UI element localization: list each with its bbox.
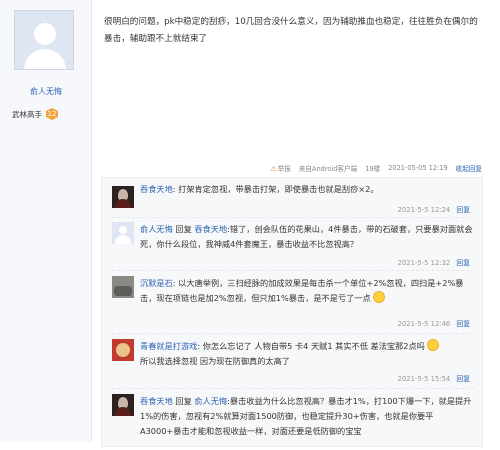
reply-user[interactable]: 沉默是石 [140, 278, 173, 288]
reply-body: 青春就是打游戏: 你怎么忘记了 人物自带5 卡4 天赋1 其实不低 差法宝那2点… [140, 335, 474, 369]
reply-meta: 2021-5-5 15:54 回复 [398, 373, 470, 383]
reply-body: 俞人无悔 回复 吞食天地:错了，创会队伍的花果山，4件暴击，带的石破套，只要暴对… [140, 218, 474, 252]
post-content: 很明白的问题，pk中稳定的刮痧，10几回合没什么意义，因为辅助推血也稳定，往往胜… [104, 17, 478, 44]
reply-user[interactable]: 青春就是打游戏 [140, 341, 197, 351]
report-link[interactable]: ⚠举报 [270, 163, 290, 173]
post-floor: 19楼 [365, 165, 381, 173]
reply-label: 回复 [175, 224, 192, 234]
reply-body: 沉默是石: 以大唐举例，三扫经脉的加成效果是每击杀一个单位+2%忽视，四扫是+2… [140, 272, 474, 306]
reply-button[interactable]: 回复 [456, 375, 470, 383]
post-source: 来自Android客户端 [298, 165, 358, 173]
report-label: 举报 [277, 165, 291, 173]
reply-text: 以大唐举例，三扫经脉的加成效果是每击杀一个单位+2%忽视，四扫是+2%暴击，现在… [140, 278, 464, 303]
author-avatar[interactable] [14, 10, 74, 70]
avatar-head-shape [34, 23, 56, 45]
collapse-replies-link[interactable]: 收起回复 [456, 163, 482, 173]
reply-time: 2021-5-5 12:24 [397, 206, 451, 214]
post-datetime: 2021-05-05 12:19 [388, 164, 448, 172]
reply-button[interactable]: 回复 [456, 320, 470, 328]
author-sidebar: 俞人无悔 武林高手 12 [0, 0, 92, 442]
avatar-body-shape [24, 49, 66, 69]
list-item: 沉默是石: 以大唐举例，三扫经脉的加成效果是每击杀一个单位+2%忽视，四扫是+2… [112, 272, 474, 334]
reply-meta: 2021-5-5 12:24 回复 [398, 204, 470, 214]
smile-emoji-icon [373, 291, 386, 303]
reply-meta: 2021-5-5 12:32 回复 [398, 257, 470, 267]
reply-avatar[interactable] [112, 276, 134, 298]
reply-time: 2021-5-5 12:46 [397, 320, 451, 328]
author-name[interactable]: 俞人无悔 [0, 86, 92, 97]
reply-text: 你怎么忘记了 人物自带5 卡4 天赋1 其实不低 差法宝那2点吗 [202, 341, 425, 351]
list-item: 吞食天地 回复 俞人无悔:暴击收益为什么比忽视高？暴击才1%，打100下爆一下，… [112, 390, 474, 450]
rank-level-badge[interactable]: 12 [46, 108, 58, 120]
rank-title[interactable]: 武林高手 [12, 109, 42, 120]
reply-target[interactable]: 吞食天地 [194, 224, 227, 234]
reply-meta: 2021-5-5 12:46 回复 [398, 318, 470, 328]
reply-text: 所以我选择忽视 因为现在防御真的太高了 [140, 356, 290, 366]
reply-user[interactable]: 俞人无悔 [140, 224, 173, 234]
reply-avatar[interactable] [112, 339, 134, 361]
list-item: 吞食天地: 打架肯定忽视，带暴击打架，即使暴击也就是刮痧×2。 2021-5-5… [112, 182, 474, 218]
list-item: 青春就是打游戏: 你怎么忘记了 人物自带5 卡4 天赋1 其实不低 差法宝那2点… [112, 335, 474, 389]
reply-user[interactable]: 吞食天地 [140, 396, 173, 406]
post-meta: ⚠举报 来自Android客户端 19楼 2021-05-05 12:19 收起… [270, 162, 482, 174]
reply-avatar[interactable] [112, 394, 134, 416]
list-item: 俞人无悔 回复 吞食天地:错了，创会队伍的花果山，4件暴击，带的石破套，只要暴对… [112, 218, 474, 271]
reply-text: 打架肯定忽视，带暴击打架，即使暴击也就是刮痧×2。 [178, 184, 379, 194]
reply-label: 回复 [175, 396, 192, 406]
reply-time: 2021-5-5 15:54 [397, 375, 451, 383]
reply-list: 吞食天地: 打架肯定忽视，带暴击打架，即使暴击也就是刮痧×2。 2021-5-5… [101, 177, 483, 447]
warning-icon: ⚠ [270, 165, 277, 173]
author-rank: 武林高手 12 [12, 107, 76, 121]
reply-button[interactable]: 回复 [456, 259, 470, 267]
reply-avatar[interactable] [112, 222, 134, 244]
reply-time: 2021-5-5 12:32 [397, 259, 451, 267]
reply-user[interactable]: 吞食天地 [140, 184, 173, 194]
reply-body: 吞食天地 回复 俞人无悔:暴击收益为什么比忽视高？暴击才1%，打100下爆一下，… [140, 390, 474, 439]
reply-avatar[interactable] [112, 186, 134, 208]
reply-button[interactable]: 回复 [456, 206, 470, 214]
reply-body: 吞食天地: 打架肯定忽视，带暴击打架，即使暴击也就是刮痧×2。 [140, 182, 474, 197]
reply-target[interactable]: 俞人无悔 [194, 396, 227, 406]
laugh-emoji-icon [427, 339, 440, 351]
